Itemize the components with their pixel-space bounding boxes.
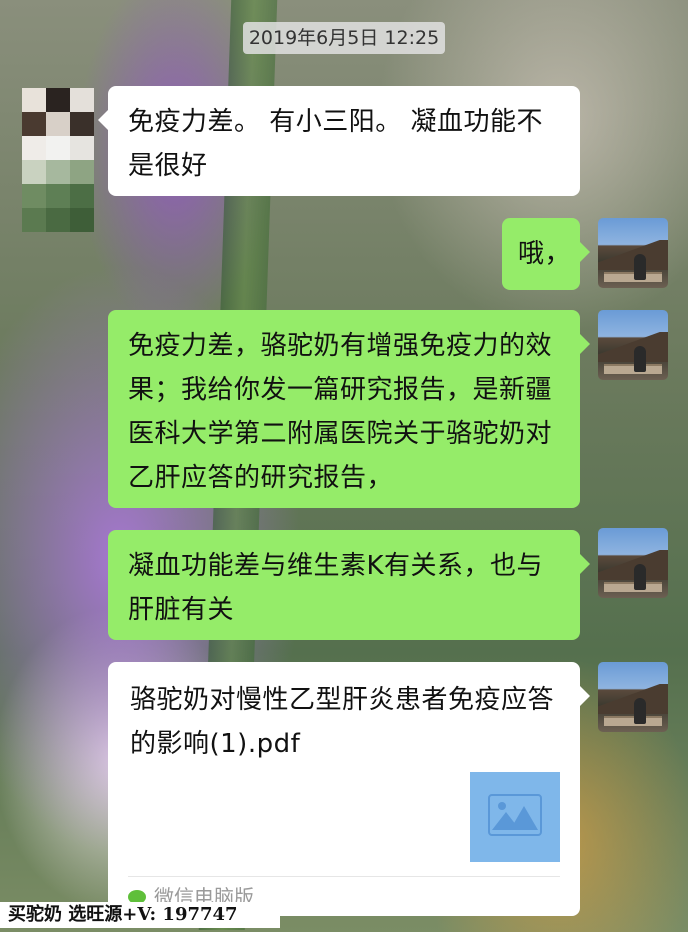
file-thumbnail-image-icon bbox=[470, 772, 560, 862]
user-avatar[interactable] bbox=[598, 662, 668, 732]
sent-message-bubble[interactable]: 免疫力差，骆驼奶有增强免疫力的效果；我给你发一篇研究报告，是新疆医科大学第二附属… bbox=[108, 310, 590, 508]
file-name: 骆驼奶对慢性乙型肝炎患者免疫应答的影响(1).pdf bbox=[130, 685, 555, 759]
watermark-text: 买驼奶 选旺源+V: 197747 bbox=[0, 902, 280, 928]
message-text: 哦， bbox=[518, 239, 572, 269]
contact-avatar-pixelated[interactable] bbox=[22, 88, 94, 232]
received-message-bubble[interactable]: 免疫力差。 有小三阳。 凝血功能不是很好 bbox=[98, 86, 580, 196]
sent-message-bubble[interactable]: 哦， bbox=[502, 218, 590, 290]
user-avatar[interactable] bbox=[598, 528, 668, 598]
message-text: 免疫力差。 有小三阳。 凝血功能不是很好 bbox=[128, 107, 544, 181]
user-avatar[interactable] bbox=[598, 310, 668, 380]
sent-message-bubble[interactable]: 凝血功能差与维生素K有关系，也与肝脏有关 bbox=[108, 530, 590, 640]
message-timestamp: 2019年6月5日 12:25 bbox=[243, 22, 445, 54]
message-text: 免疫力差，骆驼奶有增强免疫力的效果；我给你发一篇研究报告，是新疆医科大学第二附属… bbox=[128, 331, 553, 493]
file-message-card[interactable]: 骆驼奶对慢性乙型肝炎患者免疫应答的影响(1).pdf 微信电脑版 bbox=[108, 662, 590, 916]
file-card-divider bbox=[128, 876, 560, 877]
user-avatar[interactable] bbox=[598, 218, 668, 288]
message-text: 凝血功能差与维生素K有关系，也与肝脏有关 bbox=[128, 551, 544, 625]
